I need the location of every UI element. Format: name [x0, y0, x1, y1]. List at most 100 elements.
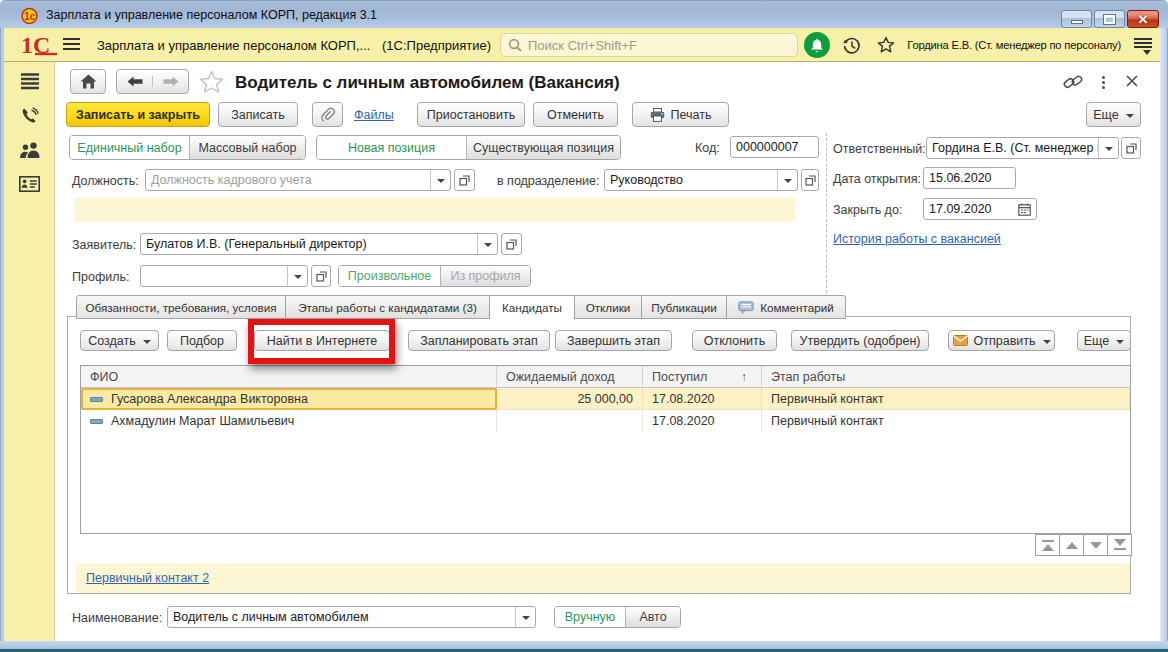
manual-toggle[interactable]: Вручную [555, 607, 625, 627]
form-close-icon[interactable] [1125, 74, 1139, 88]
approve-button[interactable]: Утвердить (одобрен) [791, 330, 929, 351]
tab-stages[interactable]: Этапы работы с кандидатами (3) [286, 295, 490, 319]
open-icon [506, 239, 517, 250]
search-input[interactable]: Поиск Ctrl+Shift+F [500, 33, 798, 57]
open-icon [316, 271, 327, 282]
candidates-more-button[interactable]: Еще [1077, 330, 1131, 351]
save-close-button[interactable]: Записать и закрыть [66, 102, 210, 127]
column-header-received[interactable]: Поступил ↑ [643, 366, 762, 387]
cancel-button[interactable]: Отменить [533, 102, 618, 127]
tab-duties[interactable]: Обязанности, требования, условия [76, 295, 286, 319]
department-open-button[interactable] [801, 169, 819, 191]
table-row[interactable]: 25 000,00 17.08.2020 Первичный контакт Г… [81, 388, 1130, 410]
personal-card-icon[interactable] [4, 176, 55, 192]
main-menu-icon[interactable] [63, 38, 80, 52]
reject-button[interactable]: Отклонить [692, 330, 777, 351]
open-date-label: Дата открытия: [833, 172, 921, 186]
print-button[interactable]: Печать [632, 102, 729, 127]
create-button[interactable]: Создать [80, 330, 159, 351]
move-top-button[interactable] [1035, 534, 1060, 556]
responsible-open-button[interactable] [1121, 137, 1141, 159]
profile-field[interactable] [140, 265, 308, 287]
service-menu-icon[interactable] [1134, 38, 1152, 54]
department-label: в подразделение: [497, 174, 599, 188]
applicant-field[interactable]: Булатов И.В. (Генеральный директор) [140, 233, 498, 255]
sections-menu-icon[interactable] [4, 73, 55, 90]
minimize-button[interactable] [1061, 10, 1092, 28]
open-date-field[interactable]: 15.06.2020 [923, 167, 1016, 189]
favorites-icon[interactable] [877, 36, 895, 54]
department-field[interactable]: Руководство [604, 169, 798, 191]
home-icon [80, 74, 97, 89]
dropdown-arrow-icon[interactable] [1098, 138, 1118, 158]
mass-set-toggle[interactable]: Массовый набор [189, 136, 305, 159]
suspend-button[interactable]: Приостановить [417, 102, 525, 127]
history-icon[interactable] [842, 36, 861, 55]
code-field[interactable]: 000000007 [730, 136, 819, 158]
arbitrary-toggle[interactable]: Произвольное [339, 266, 440, 286]
stage-link[interactable]: Первичный контакт 2 [86, 571, 209, 585]
selection-button[interactable]: Подбор [167, 330, 237, 351]
move-up-button[interactable] [1059, 534, 1084, 556]
maximize-button[interactable] [1094, 10, 1125, 28]
more-actions-icon[interactable] [1099, 73, 1107, 91]
phone-calls-icon[interactable] [4, 107, 55, 126]
send-button[interactable]: Отправить [948, 330, 1055, 351]
position-field[interactable]: Должность кадрового учета [145, 169, 451, 191]
current-user[interactable]: Гордина Е.В. (Ст. менеджер по персоналу) [907, 39, 1121, 51]
forward-button[interactable] [153, 76, 188, 87]
dropdown-arrow-icon[interactable] [477, 234, 497, 254]
auto-toggle[interactable]: Авто [625, 607, 680, 627]
get-link-icon[interactable] [1063, 73, 1083, 91]
favorite-star-icon[interactable] [199, 70, 224, 94]
dropdown-arrow-icon [1116, 340, 1124, 344]
move-bottom-button[interactable] [1107, 534, 1132, 556]
applicant-open-button[interactable] [501, 233, 522, 255]
form-more-button[interactable]: Еще [1086, 102, 1141, 127]
dropdown-arrow-icon[interactable] [430, 170, 450, 190]
selected-cell[interactable]: Гусарова Александра Викторовна [81, 388, 497, 410]
files-link[interactable]: Файлы [354, 108, 394, 122]
finish-stage-button[interactable]: Завершить этап [555, 330, 672, 351]
dropdown-arrow-icon[interactable] [287, 266, 307, 286]
printer-icon [650, 108, 665, 122]
window-title: Зарплата и управление персоналом КОРП, р… [46, 8, 377, 22]
profile-open-button[interactable] [311, 265, 331, 287]
forward-icon [163, 76, 179, 87]
move-down-button[interactable] [1083, 534, 1108, 556]
attach-files-button[interactable] [312, 102, 343, 127]
table-row[interactable]: Ахмадулин Марат Шамильевич 17.08.2020 Пе… [81, 410, 1130, 432]
tab-publications[interactable]: Публикации [642, 295, 727, 319]
new-position-toggle[interactable]: Новая позиция [317, 136, 466, 159]
back-button[interactable] [117, 76, 153, 87]
calendar-icon[interactable] [1018, 203, 1031, 216]
vacancy-history-link[interactable]: История работы с вакансией [833, 232, 1001, 246]
column-header-fio[interactable]: ФИО [81, 366, 497, 387]
tab-comment[interactable]: Комментарий [727, 295, 846, 319]
plan-stage-button[interactable]: Запланировать этап [408, 330, 550, 351]
notifications-button[interactable] [804, 32, 830, 58]
tab-candidates[interactable]: Кандидаты [490, 295, 575, 320]
employees-icon[interactable] [4, 141, 55, 159]
column-header-income[interactable]: Ожидаемый доход [497, 366, 643, 387]
search-icon [508, 38, 522, 52]
save-button[interactable]: Записать [218, 102, 298, 127]
responsible-field[interactable]: Гордина Е.В. (Ст. менеджер п [926, 137, 1119, 159]
from-profile-toggle[interactable]: Из профиля [440, 266, 530, 286]
svg-text:1c: 1c [24, 11, 36, 22]
single-set-toggle[interactable]: Единичный набор [70, 136, 189, 159]
column-header-stage[interactable]: Этап работы [762, 366, 1130, 387]
close-date-field[interactable]: 17.09.2020 [923, 198, 1037, 220]
app-suffix: (1С:Предприятие) [382, 38, 491, 53]
back-icon [127, 76, 143, 87]
name-mode-toggle: Вручную Авто [554, 606, 681, 628]
app-window: 1c Зарплата и управление персоналом КОРП… [0, 0, 1168, 652]
dropdown-arrow-icon[interactable] [515, 607, 535, 627]
existing-position-toggle[interactable]: Существующая позиция [466, 136, 620, 159]
home-button[interactable] [70, 69, 106, 94]
name-field[interactable]: Водитель с личным автомобилем [167, 606, 536, 628]
tab-responses[interactable]: Отклики [575, 295, 642, 319]
close-button[interactable]: ✕ [1127, 10, 1159, 28]
dropdown-arrow-icon[interactable] [777, 170, 797, 190]
position-open-button[interactable] [454, 169, 475, 191]
